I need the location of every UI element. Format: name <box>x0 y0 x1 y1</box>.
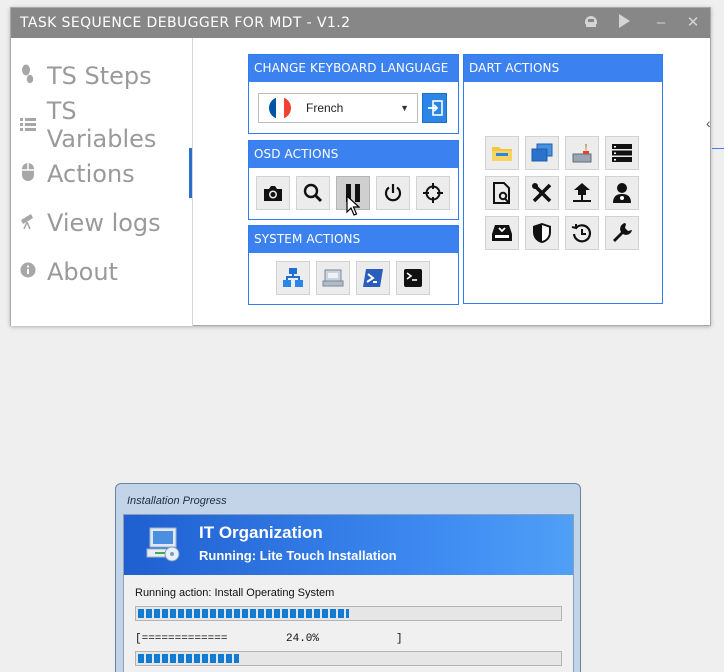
sidebar-item-label: View logs <box>47 209 161 237</box>
dart-explorer-button[interactable] <box>485 136 519 170</box>
target-button[interactable] <box>416 176 450 210</box>
explorer-folder-icon <box>492 147 512 161</box>
debugger-window: TASK SEQUENCE DEBUGGER FOR MDT - V1.2 ‒ … <box>10 7 711 326</box>
dart-wrench-button[interactable] <box>605 216 639 250</box>
system-actions-panel: SYSTEM ACTIONS <box>248 225 459 305</box>
keyboard-language-panel: CHANGE KEYBOARD LANGUAGE French ▼ <box>248 54 459 134</box>
dart-actions-panel: DART ACTIONS <box>463 54 663 304</box>
dart-file-search-button[interactable] <box>485 176 519 210</box>
sidebar-item-actions[interactable]: Actions <box>18 156 135 192</box>
crosshair-icon <box>423 183 443 203</box>
installation-banner: IT Organization Running: Lite Touch Inst… <box>124 515 573 575</box>
search-icon <box>303 183 323 203</box>
dart-tools-button[interactable] <box>525 176 559 210</box>
sidebar-item-ts-variables[interactable]: TS Variables <box>18 97 192 153</box>
selected-language: French <box>306 101 344 115</box>
doctor-icon <box>613 183 631 203</box>
overall-progress-fill <box>138 654 240 663</box>
camera-icon <box>264 186 282 201</box>
network-button[interactable] <box>276 261 310 295</box>
file-search-icon <box>493 182 510 204</box>
sidebar-item-label: TS Steps <box>47 62 152 90</box>
overall-ascii-end: ] <box>396 633 403 645</box>
search-button[interactable] <box>296 176 330 210</box>
installation-progress-window: Installation Progress IT Organization Ru… <box>115 483 581 672</box>
installation-body: IT Organization Running: Lite Touch Inst… <box>123 514 574 672</box>
devices-icon <box>322 269 344 287</box>
overall-progress-bar <box>135 651 562 666</box>
screenshot-button[interactable] <box>256 176 290 210</box>
window-title: Installation Progress <box>127 495 227 507</box>
disk-icon <box>492 225 512 241</box>
french-flag-icon <box>269 97 291 119</box>
dart-restore-button[interactable] <box>565 216 599 250</box>
mouse-cursor-icon <box>346 195 360 216</box>
footsteps-icon <box>18 64 38 88</box>
play-icon[interactable] <box>614 13 634 33</box>
language-select[interactable]: French ▼ <box>258 93 418 123</box>
dart-disk-cleanup-button[interactable] <box>565 136 599 170</box>
close-icon[interactable]: ✕ <box>683 13 703 33</box>
action-progress-fill <box>138 609 349 618</box>
action-progress-bar <box>135 606 562 621</box>
telescope-icon <box>18 212 38 234</box>
powershell-button[interactable] <box>356 261 390 295</box>
sidebar-item-ts-steps[interactable]: TS Steps <box>18 58 152 94</box>
shutdown-button[interactable] <box>376 176 410 210</box>
running-task: Running: Lite Touch Installation <box>199 548 397 563</box>
dart-doctor-button[interactable] <box>605 176 639 210</box>
current-action: Running action: Install Operating System <box>135 587 335 599</box>
window-icon <box>531 143 553 162</box>
panel-title: OSD ACTIONS <box>249 141 458 168</box>
edge-accent-line <box>712 148 724 149</box>
power-icon <box>384 184 402 202</box>
sidebar: TS Steps TS Variables Actions View logs … <box>11 38 193 326</box>
active-indicator <box>189 148 192 198</box>
helmet-icon[interactable] <box>581 13 601 33</box>
chevron-down-icon: ▼ <box>400 103 409 113</box>
dart-disk-button[interactable] <box>485 216 519 250</box>
devices-button[interactable] <box>316 261 350 295</box>
overall-ascii-bar: [============= <box>135 633 228 645</box>
shield-icon <box>533 223 551 243</box>
apply-language-button[interactable] <box>422 93 447 123</box>
terminal-icon <box>404 269 422 287</box>
minimize-icon[interactable]: ‒ <box>651 13 671 33</box>
sidebar-item-label: About <box>47 258 118 286</box>
server-icon <box>612 144 632 162</box>
dart-shield-button[interactable] <box>525 216 559 250</box>
edge-glyph: ‹ <box>706 115 711 131</box>
sidebar-item-about[interactable]: About <box>18 254 118 290</box>
network-share-icon <box>573 183 591 202</box>
organization-name: IT Organization <box>199 523 323 542</box>
list-icon <box>18 116 38 135</box>
command-prompt-button[interactable] <box>396 261 430 295</box>
dart-network-share-button[interactable] <box>565 176 599 210</box>
panel-title: SYSTEM ACTIONS <box>249 226 458 253</box>
powershell-icon <box>363 269 383 287</box>
sidebar-item-label: TS Variables <box>46 97 157 153</box>
panel-title: DART ACTIONS <box>464 55 662 82</box>
computer-install-icon <box>146 527 180 562</box>
tools-icon <box>532 183 552 203</box>
sidebar-item-label: Actions <box>47 160 135 188</box>
title-bar[interactable]: TASK SEQUENCE DEBUGGER FOR MDT - V1.2 ‒ … <box>11 8 710 38</box>
disk-cleanup-icon <box>572 144 592 163</box>
mouse-icon <box>18 162 38 186</box>
wrench-icon <box>613 223 632 242</box>
restore-icon <box>571 224 592 243</box>
window-title: TASK SEQUENCE DEBUGGER FOR MDT - V1.2 <box>20 15 351 31</box>
info-icon <box>18 262 38 282</box>
dart-window-button[interactable] <box>525 136 559 170</box>
dart-server-button[interactable] <box>605 136 639 170</box>
overall-percent: 24.0% <box>286 633 320 645</box>
sidebar-item-view-logs[interactable]: View logs <box>18 205 161 241</box>
sign-in-icon <box>427 100 443 116</box>
network-icon <box>283 268 303 287</box>
panel-title: CHANGE KEYBOARD LANGUAGE <box>249 55 458 82</box>
